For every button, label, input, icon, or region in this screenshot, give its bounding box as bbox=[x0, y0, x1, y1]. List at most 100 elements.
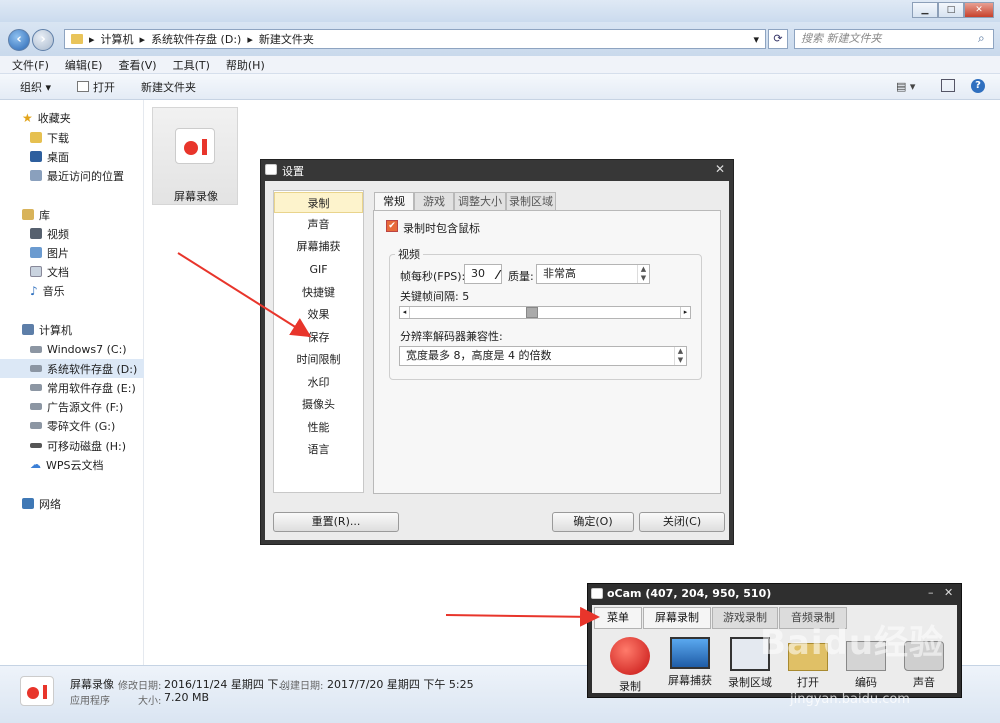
ocam-record-label: 录制 bbox=[619, 680, 641, 693]
tab-resize[interactable]: 调整大小 bbox=[454, 192, 506, 210]
tab-game[interactable]: 游戏 bbox=[414, 192, 454, 210]
open-button[interactable]: 打开 bbox=[77, 79, 115, 95]
cloud-icon: ☁ bbox=[30, 458, 41, 471]
ocam-codec-label: 编码 bbox=[855, 676, 877, 689]
menu-file[interactable]: 文件(F) bbox=[12, 57, 49, 73]
codec-spin-icon[interactable]: ▲ ▼ bbox=[674, 347, 686, 365]
nav-drive-d[interactable]: 系统软件存盘 (D:) bbox=[0, 359, 144, 378]
ocam-capture-label: 屏幕捕获 bbox=[668, 674, 712, 687]
nav-music[interactable]: ♪ 音乐 bbox=[0, 281, 144, 300]
nav-drive-g[interactable]: 零碎文件 (G:) bbox=[0, 416, 144, 435]
quality-select[interactable]: 非常高 ▲ ▼ bbox=[536, 264, 650, 284]
drive-icon bbox=[30, 403, 42, 410]
nav-network[interactable]: 网络 bbox=[0, 494, 144, 513]
settings-close-button[interactable]: 关闭(C) bbox=[639, 512, 725, 532]
nav-desktop[interactable]: 桌面 bbox=[0, 147, 144, 166]
nav-pictures[interactable]: 图片 bbox=[0, 243, 144, 262]
preview-pane-icon[interactable] bbox=[941, 79, 955, 92]
address-bar[interactable]: ▸ 计算机 ▸ 系统软件存盘 (D:) ▸ 新建文件夹 ▾ bbox=[64, 29, 766, 49]
forward-button[interactable]: › bbox=[32, 29, 54, 51]
nav-downloads[interactable]: 下载 bbox=[0, 128, 144, 147]
breadcrumb-computer[interactable]: 计算机 bbox=[101, 31, 134, 47]
category-hotkeys[interactable]: 快捷键 bbox=[274, 282, 363, 303]
ocam-tab-menu[interactable]: 菜单 bbox=[594, 607, 642, 629]
settings-close-icon[interactable]: ✕ bbox=[715, 162, 725, 176]
category-save[interactable]: 保存 bbox=[274, 327, 363, 348]
search-icon[interactable]: ⌕ bbox=[978, 31, 985, 46]
file-item[interactable]: 屏幕录像 bbox=[152, 107, 238, 205]
removable-drive-icon bbox=[30, 443, 42, 448]
address-dropdown-icon[interactable]: ▾ bbox=[753, 33, 759, 46]
documents-icon bbox=[30, 266, 42, 277]
category-sound[interactable]: 声音 bbox=[274, 214, 363, 235]
ocam-minimize-icon[interactable]: – bbox=[928, 586, 934, 599]
quality-spin-icon[interactable]: ▲ ▼ bbox=[637, 265, 649, 283]
nav-favorites-label: 收藏夹 bbox=[37, 111, 71, 125]
slider-left-icon[interactable]: ◂ bbox=[400, 307, 410, 318]
organize-button[interactable]: 组织 ▾ bbox=[20, 79, 51, 95]
nav-recent[interactable]: 最近访问的位置 bbox=[0, 166, 144, 185]
view-options-icon[interactable]: ▤ ▾ bbox=[896, 80, 915, 93]
nav-drive-h[interactable]: 可移动磁盘 (H:) bbox=[0, 436, 144, 455]
tab-record-area[interactable]: 录制区域 bbox=[506, 192, 556, 210]
minimize-button[interactable]: ▁ bbox=[912, 2, 938, 18]
menu-tools[interactable]: 工具(T) bbox=[173, 57, 210, 73]
ocam-capture-button[interactable]: 屏幕捕获 bbox=[660, 633, 720, 691]
command-bar: 组织 ▾ 打开 新建文件夹 bbox=[0, 74, 1000, 100]
codec-label: 分辨率解码器兼容性: bbox=[400, 330, 503, 343]
pictures-icon bbox=[30, 247, 42, 258]
maximize-button[interactable]: □ bbox=[938, 2, 964, 18]
breadcrumb-folder[interactable]: 新建文件夹 bbox=[259, 31, 314, 47]
fps-input[interactable]: 30 ⁄ bbox=[464, 264, 502, 284]
ocam-area-label: 录制区域 bbox=[728, 676, 772, 689]
ocam-close-icon[interactable]: ✕ bbox=[944, 586, 953, 599]
slider-thumb[interactable] bbox=[526, 307, 538, 318]
nav-documents-label: 文档 bbox=[47, 265, 69, 279]
category-capture[interactable]: 屏幕捕获 bbox=[274, 236, 363, 257]
codec-select[interactable]: 宽度最多 8，高度是 4 的倍数 ▲ ▼ bbox=[399, 346, 687, 366]
include-cursor-label: 录制时包含鼠标 bbox=[403, 222, 480, 235]
include-cursor-checkbox[interactable]: ✔ bbox=[386, 220, 398, 232]
category-performance[interactable]: 性能 bbox=[274, 417, 363, 438]
slider-right-icon[interactable]: ▸ bbox=[680, 307, 690, 318]
keyframe-slider[interactable]: ◂ ▸ bbox=[399, 306, 691, 319]
computer-icon bbox=[22, 324, 34, 335]
breadcrumb-drive[interactable]: 系统软件存盘 (D:) bbox=[151, 31, 241, 47]
ocam-record-button[interactable]: 录制 bbox=[600, 633, 660, 693]
folder-icon bbox=[71, 34, 83, 44]
nav-library[interactable]: 库 bbox=[0, 205, 144, 224]
quality-value: 非常高 bbox=[543, 267, 576, 280]
nav-favorites[interactable]: ★ 收藏夹 bbox=[0, 108, 144, 127]
refresh-button[interactable]: ⟳ bbox=[768, 29, 788, 49]
nav-computer[interactable]: 计算机 bbox=[0, 320, 144, 339]
menu-edit[interactable]: 编辑(E) bbox=[65, 57, 103, 73]
category-list: 录制 声音 屏幕捕获 GIF 快捷键 效果 保存 时间限制 水印 摄像头 性能 … bbox=[273, 190, 364, 493]
category-webcam[interactable]: 摄像头 bbox=[274, 394, 363, 415]
close-button[interactable]: ✕ bbox=[964, 2, 994, 18]
back-button[interactable]: ‹ bbox=[8, 29, 30, 51]
ok-button[interactable]: 确定(O) bbox=[552, 512, 634, 532]
category-effects[interactable]: 效果 bbox=[274, 304, 363, 325]
nav-drive-c-label: Windows7 (C:) bbox=[47, 343, 127, 356]
menu-help[interactable]: 帮助(H) bbox=[226, 57, 265, 73]
reset-button[interactable]: 重置(R)... bbox=[273, 512, 399, 532]
category-language[interactable]: 语言 bbox=[274, 439, 363, 460]
nav-wps[interactable]: ☁ WPS云文档 bbox=[0, 455, 144, 474]
menu-view[interactable]: 查看(V) bbox=[118, 57, 156, 73]
category-gif[interactable]: GIF bbox=[274, 259, 363, 280]
search-input[interactable]: 搜索 新建文件夹 bbox=[794, 29, 994, 49]
nav-documents[interactable]: 文档 bbox=[0, 262, 144, 281]
nav-drive-c[interactable]: Windows7 (C:) bbox=[0, 340, 144, 359]
category-time-limit[interactable]: 时间限制 bbox=[274, 349, 363, 370]
category-record[interactable]: 录制 bbox=[274, 192, 363, 213]
nav-drive-e[interactable]: 常用软件存盘 (E:) bbox=[0, 378, 144, 397]
fps-toggle-icon[interactable]: ⁄ bbox=[497, 266, 499, 284]
help-icon[interactable]: ? bbox=[971, 79, 985, 93]
new-folder-button[interactable]: 新建文件夹 bbox=[141, 79, 196, 95]
details-file-name: 屏幕录像 bbox=[70, 678, 114, 691]
ocam-tab-screen-record[interactable]: 屏幕录制 bbox=[643, 607, 711, 629]
nav-videos[interactable]: 视频 bbox=[0, 224, 144, 243]
nav-drive-f[interactable]: 广告源文件 (F:) bbox=[0, 397, 144, 416]
category-watermark[interactable]: 水印 bbox=[274, 372, 363, 393]
tab-general[interactable]: 常规 bbox=[374, 192, 414, 211]
